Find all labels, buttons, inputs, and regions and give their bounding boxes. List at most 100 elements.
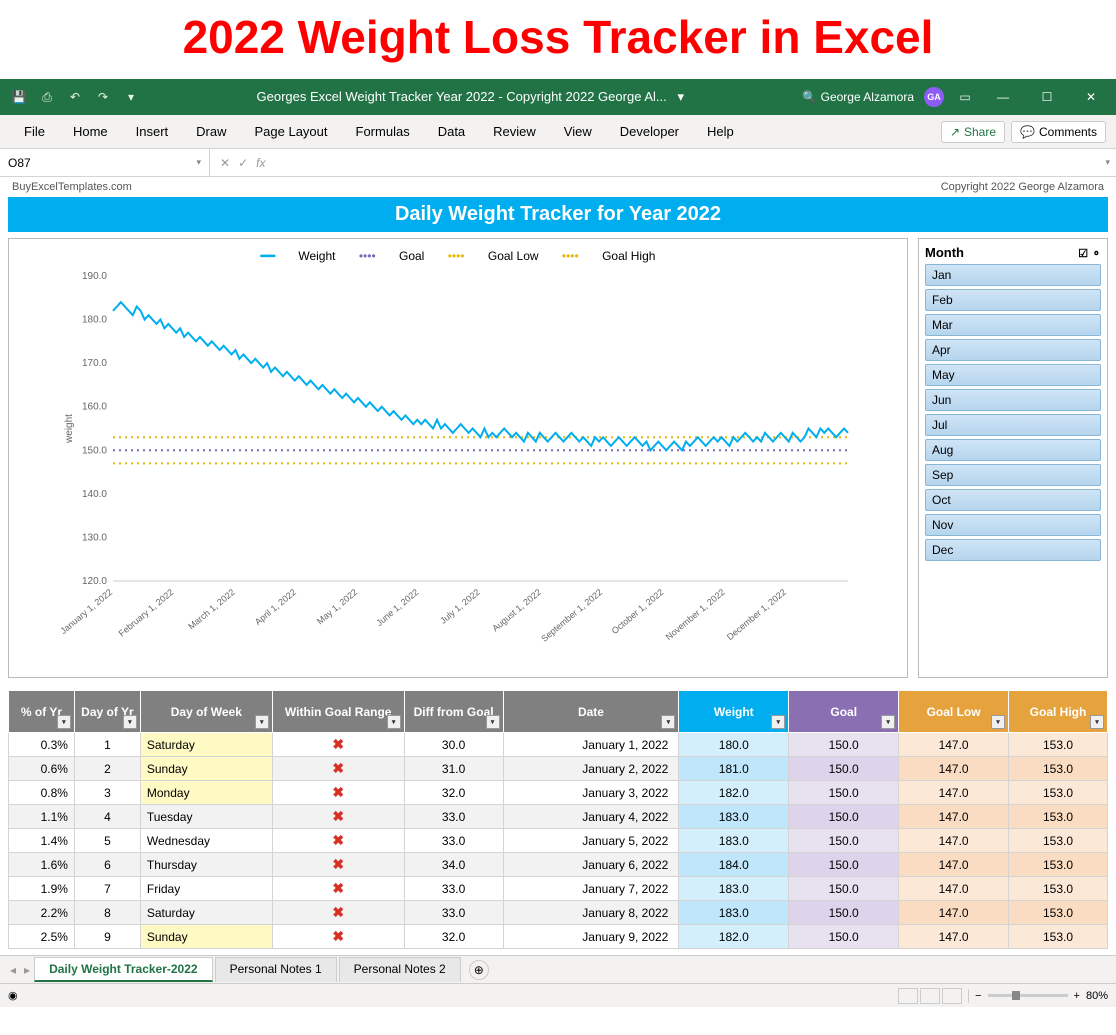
cell[interactable]: Saturday (140, 733, 272, 757)
cell[interactable]: 4 (74, 805, 140, 829)
cell[interactable]: 183.0 (679, 829, 789, 853)
ribbon-tab-view[interactable]: View (550, 115, 606, 149)
cell[interactable]: 8 (74, 901, 140, 925)
cell[interactable]: 33.0 (404, 901, 503, 925)
cell[interactable]: January 2, 2022 (503, 757, 679, 781)
ribbon-tab-file[interactable]: File (10, 115, 59, 149)
cell[interactable]: 147.0 (899, 901, 1009, 925)
table-row[interactable]: 1.4%5Wednesday✖33.0January 5, 2022183.01… (9, 829, 1108, 853)
cell[interactable]: 147.0 (899, 853, 1009, 877)
ribbon-tab-review[interactable]: Review (479, 115, 550, 149)
col-header[interactable]: % of Yr▾ (9, 691, 75, 733)
slicer-clear-icon[interactable]: ⚬ (1092, 248, 1101, 260)
share-button[interactable]: ↗Share (941, 121, 1005, 143)
col-header[interactable]: Goal▾ (789, 691, 899, 733)
cell[interactable]: 180.0 (679, 733, 789, 757)
name-box[interactable]: O87▾ (0, 149, 210, 176)
cell[interactable]: 6 (74, 853, 140, 877)
cell[interactable]: 153.0 (1009, 853, 1108, 877)
slicer-item-jun[interactable]: Jun (925, 389, 1101, 411)
sheet-tab[interactable]: Daily Weight Tracker-2022 (34, 957, 213, 982)
filter-dropdown-icon[interactable]: ▾ (881, 715, 895, 729)
col-header[interactable]: Date▾ (503, 691, 679, 733)
filter-dropdown-icon[interactable]: ▾ (57, 715, 71, 729)
cell[interactable]: 153.0 (1009, 829, 1108, 853)
cell[interactable]: 150.0 (789, 829, 899, 853)
table-row[interactable]: 1.6%6Thursday✖34.0January 6, 2022184.015… (9, 853, 1108, 877)
slicer-item-mar[interactable]: Mar (925, 314, 1101, 336)
cell[interactable]: ✖ (272, 829, 404, 853)
slicer-item-feb[interactable]: Feb (925, 289, 1101, 311)
cell[interactable]: 0.3% (9, 733, 75, 757)
sheet-tab[interactable]: Personal Notes 2 (339, 957, 461, 982)
cell[interactable]: 182.0 (679, 925, 789, 949)
table-row[interactable]: 0.6%2Sunday✖31.0January 2, 2022181.0150.… (9, 757, 1108, 781)
cell[interactable]: 153.0 (1009, 757, 1108, 781)
slicer-item-jul[interactable]: Jul (925, 414, 1101, 436)
customize-dropdown-icon[interactable]: ▾ (120, 86, 142, 108)
sheet-tab[interactable]: Personal Notes 1 (215, 957, 337, 982)
cell[interactable]: January 5, 2022 (503, 829, 679, 853)
page-break-view-icon[interactable] (942, 988, 962, 1004)
cell[interactable]: 1.1% (9, 805, 75, 829)
close-button[interactable]: ✕ (1074, 79, 1108, 115)
cell[interactable]: 0.8% (9, 781, 75, 805)
cell[interactable]: Thursday (140, 853, 272, 877)
cell[interactable]: Sunday (140, 757, 272, 781)
slicer-item-dec[interactable]: Dec (925, 539, 1101, 561)
cell[interactable]: 147.0 (899, 925, 1009, 949)
maximize-button[interactable]: ☐ (1030, 79, 1064, 115)
cell[interactable]: 150.0 (789, 733, 899, 757)
ribbon-tab-formulas[interactable]: Formulas (342, 115, 424, 149)
cell[interactable]: Friday (140, 877, 272, 901)
ribbon-tab-draw[interactable]: Draw (182, 115, 240, 149)
cell[interactable]: 150.0 (789, 805, 899, 829)
cell[interactable]: 150.0 (789, 925, 899, 949)
cell[interactable]: January 8, 2022 (503, 901, 679, 925)
table-row[interactable]: 1.1%4Tuesday✖33.0January 4, 2022183.0150… (9, 805, 1108, 829)
cell[interactable]: 150.0 (789, 853, 899, 877)
cell[interactable]: Monday (140, 781, 272, 805)
cell[interactable]: 153.0 (1009, 781, 1108, 805)
zoom-in-button[interactable]: + (1074, 990, 1080, 1002)
cell[interactable]: 2.2% (9, 901, 75, 925)
cell[interactable]: 150.0 (789, 757, 899, 781)
cell[interactable]: 153.0 (1009, 733, 1108, 757)
cell[interactable]: 9 (74, 925, 140, 949)
slicer-item-apr[interactable]: Apr (925, 339, 1101, 361)
cell[interactable]: January 9, 2022 (503, 925, 679, 949)
cell[interactable]: 33.0 (404, 805, 503, 829)
cell[interactable]: ✖ (272, 877, 404, 901)
redo-icon[interactable]: ↷ (92, 86, 114, 108)
slicer-item-jan[interactable]: Jan (925, 264, 1101, 286)
cell[interactable]: 150.0 (789, 901, 899, 925)
save-icon[interactable]: 💾 (8, 86, 30, 108)
col-header[interactable]: Goal High▾ (1009, 691, 1108, 733)
cell[interactable]: 183.0 (679, 805, 789, 829)
cell[interactable]: 32.0 (404, 781, 503, 805)
filter-dropdown-icon[interactable]: ▾ (255, 715, 269, 729)
slicer-item-aug[interactable]: Aug (925, 439, 1101, 461)
cell[interactable]: 183.0 (679, 877, 789, 901)
cell[interactable]: 183.0 (679, 901, 789, 925)
cell[interactable]: 147.0 (899, 781, 1009, 805)
ribbon-tab-page-layout[interactable]: Page Layout (241, 115, 342, 149)
table-row[interactable]: 1.9%7Friday✖33.0January 7, 2022183.0150.… (9, 877, 1108, 901)
cell[interactable]: 2.5% (9, 925, 75, 949)
record-macro-icon[interactable]: ◉ (8, 989, 18, 1002)
cell[interactable]: 3 (74, 781, 140, 805)
table-row[interactable]: 2.5%9Sunday✖32.0January 9, 2022182.0150.… (9, 925, 1108, 949)
cell[interactable]: 184.0 (679, 853, 789, 877)
cell[interactable]: Saturday (140, 901, 272, 925)
ribbon-tab-insert[interactable]: Insert (122, 115, 183, 149)
col-header[interactable]: Day of Yr▾ (74, 691, 140, 733)
zoom-slider[interactable] (988, 994, 1068, 997)
cell[interactable]: 2 (74, 757, 140, 781)
cell[interactable]: ✖ (272, 805, 404, 829)
filter-dropdown-icon[interactable]: ▾ (387, 715, 401, 729)
cell[interactable]: 32.0 (404, 925, 503, 949)
cell[interactable]: 1.4% (9, 829, 75, 853)
slicer-item-may[interactable]: May (925, 364, 1101, 386)
slicer-multi-icon[interactable]: ☑ (1078, 248, 1088, 260)
table-row[interactable]: 0.8%3Monday✖32.0January 3, 2022182.0150.… (9, 781, 1108, 805)
